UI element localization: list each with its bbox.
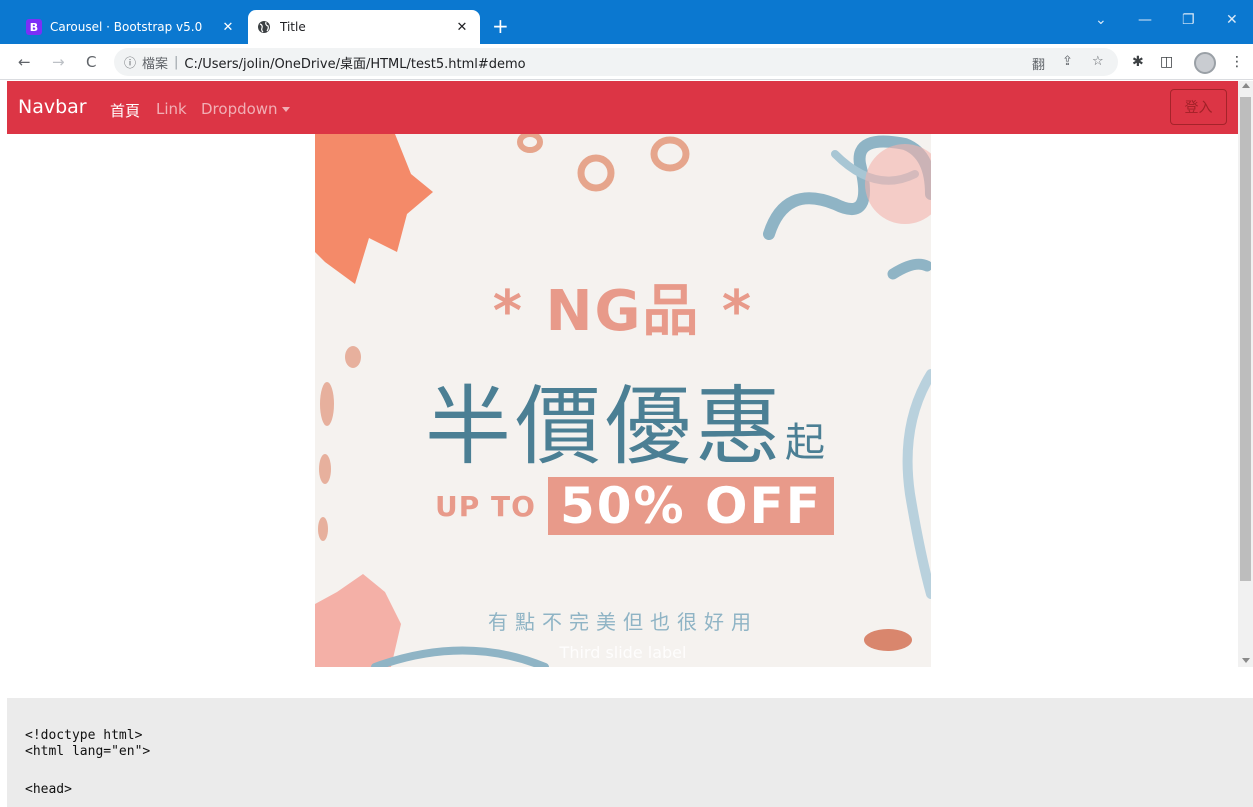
ring-shape	[517, 134, 543, 153]
carousel-slide[interactable]: * NG品 * 半價優惠起 UP TO 50% OFF 有點不完美但也很好用 T…	[315, 134, 931, 667]
back-button[interactable]: ←	[18, 53, 31, 71]
profile-avatar[interactable]	[1194, 52, 1216, 74]
browser-menu-icon[interactable]: ⋮	[1230, 54, 1244, 70]
tab-search-icon[interactable]: ⌄	[1095, 12, 1107, 28]
code-block: <!doctype html> <html lang="en"> <head>	[7, 698, 1253, 807]
code-line: <head>	[25, 782, 72, 797]
offer-row: UP TO 50% OFF	[435, 477, 834, 535]
address-url[interactable]: C:/Users/jolin/OneDrive/桌面/HTML/test5.ht…	[184, 53, 525, 72]
ring-shape	[577, 154, 615, 192]
caret-down-icon	[281, 107, 290, 112]
login-button[interactable]: 登入	[1170, 89, 1227, 125]
browser-titlebar: B Carousel · Bootstrap v5.0 ✕ Title ✕ + …	[0, 0, 1253, 44]
pink-blob	[865, 144, 931, 224]
minimize-button[interactable]: —	[1138, 12, 1152, 28]
code-line: <html lang="en">	[25, 744, 151, 759]
dropdown-label: Dropdown	[201, 100, 278, 118]
slide-caption: Third slide label	[559, 643, 687, 662]
tab-carousel-bootstrap[interactable]: B Carousel · Bootstrap v5.0 ✕	[18, 10, 246, 44]
nav-item-home[interactable]: 首頁	[110, 100, 140, 121]
restore-button[interactable]: ❐	[1182, 12, 1195, 28]
orange-star-shape	[315, 134, 433, 284]
close-window-button[interactable]: ✕	[1226, 12, 1238, 28]
tab-title: Title	[280, 20, 306, 34]
new-tab-button[interactable]: +	[492, 16, 509, 36]
translate-icon[interactable]: 翻	[1032, 54, 1045, 73]
orange-dot	[320, 382, 334, 426]
half-price-text: 半價優惠起	[425, 356, 825, 481]
bookmark-star-icon[interactable]: ☆	[1092, 54, 1104, 69]
file-label: 檔案	[142, 56, 169, 72]
extensions-icon[interactable]: ✱	[1132, 54, 1144, 70]
navbar: Navbar 首頁 Link Dropdown 登入	[7, 81, 1238, 134]
site-info-icon[interactable]: ⓘ	[124, 54, 136, 71]
browser-toolbar: ← → C ⓘ 檔案 | C:/Users/jolin/OneDrive/桌面/…	[0, 44, 1253, 80]
ng-headline: * NG品 *	[492, 279, 754, 344]
tab-title: Carousel · Bootstrap v5.0	[50, 20, 203, 34]
offer-text: 50% OFF	[559, 477, 822, 535]
half-price-suffix: 起	[785, 420, 825, 466]
page-scrollbar[interactable]	[1238, 81, 1253, 667]
orange-dot	[318, 517, 328, 541]
subtitle-text: 有點不完美但也很好用	[488, 610, 758, 634]
tab-close-icon[interactable]: ✕	[218, 20, 238, 35]
ring-shape	[650, 136, 690, 172]
navbar-brand[interactable]: Navbar	[18, 96, 87, 118]
offer-banner: 50% OFF	[547, 477, 834, 535]
half-price-main: 半價優惠	[425, 377, 785, 477]
orange-dot	[345, 346, 361, 368]
code-line: <!doctype html>	[25, 728, 143, 743]
reload-button[interactable]: C	[86, 53, 96, 71]
nav-item-dropdown[interactable]: Dropdown	[201, 100, 290, 118]
scroll-down-icon[interactable]	[1242, 658, 1250, 663]
orange-dot	[319, 454, 331, 484]
up-to-text: UP TO	[435, 489, 536, 523]
scroll-up-icon[interactable]	[1242, 83, 1250, 88]
forward-button[interactable]: →	[52, 53, 65, 71]
address-bar[interactable]: ⓘ 檔案 | C:/Users/jolin/OneDrive/桌面/HTML/t…	[114, 48, 1118, 76]
tab-close-icon[interactable]: ✕	[452, 20, 472, 35]
nav-item-link[interactable]: Link	[156, 100, 187, 118]
side-panel-icon[interactable]: ◫	[1160, 54, 1173, 70]
bootstrap-favicon-icon: B	[26, 19, 42, 35]
blue-curve	[902, 369, 931, 599]
scroll-thumb[interactable]	[1240, 97, 1251, 581]
tab-title-active[interactable]: Title ✕	[248, 10, 480, 44]
share-icon[interactable]: ⇪	[1062, 54, 1073, 69]
globe-icon	[256, 19, 272, 35]
address-separator: |	[174, 54, 179, 70]
